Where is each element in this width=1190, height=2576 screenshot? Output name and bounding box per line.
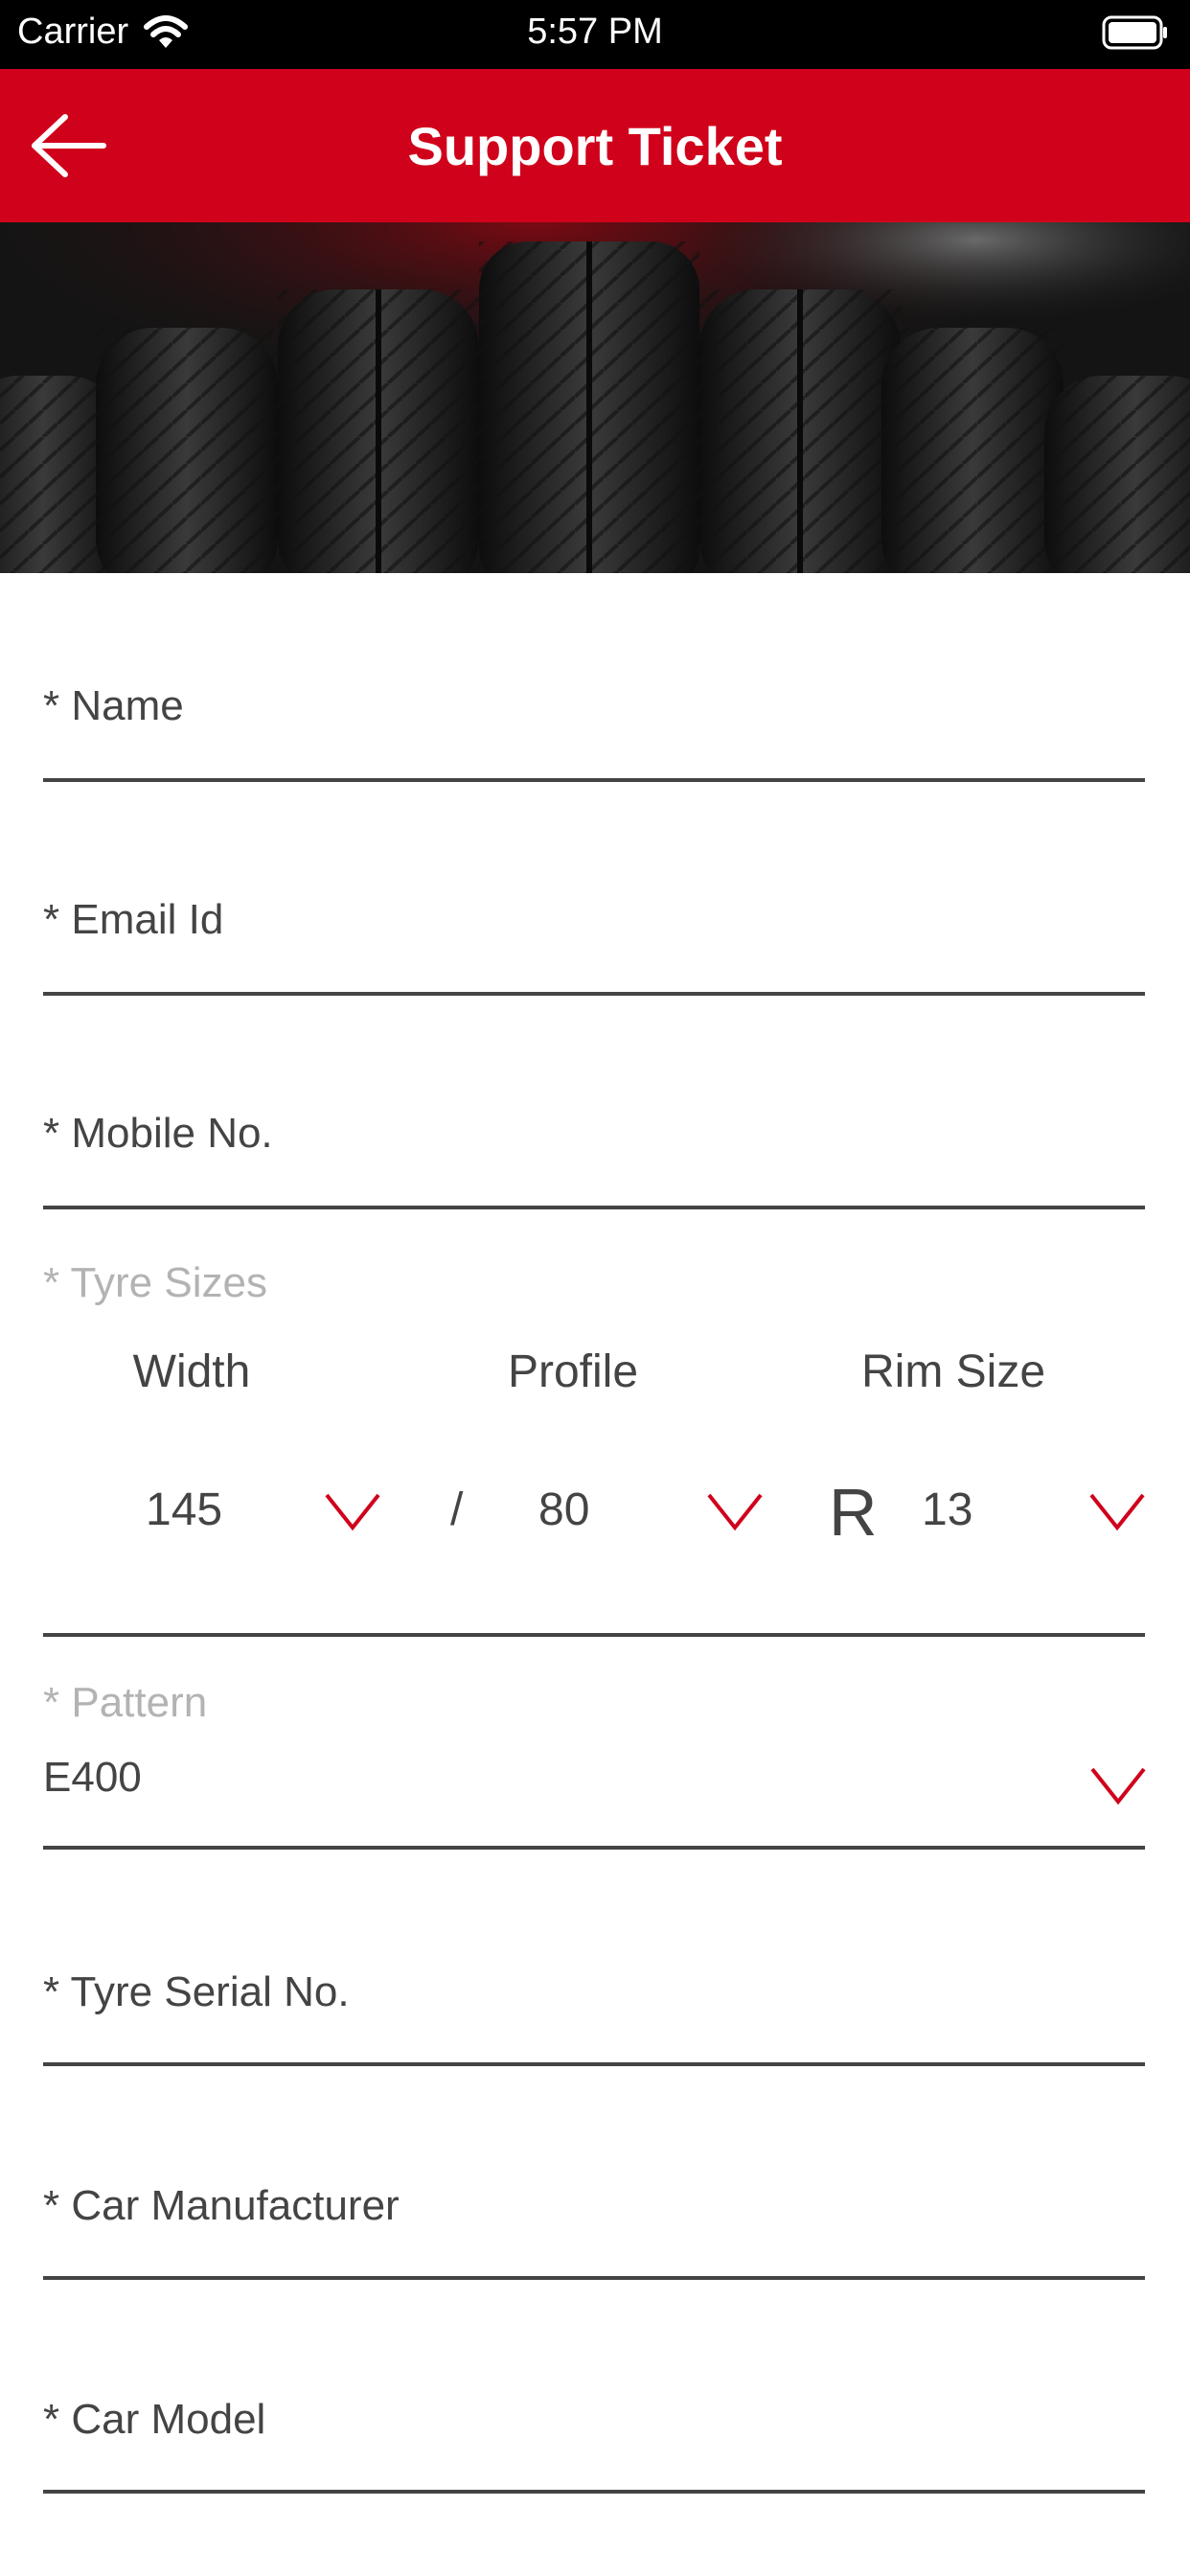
tyre-sizes-label: * Tyre Sizes	[43, 1259, 267, 1306]
profile-header: Profile	[507, 1346, 639, 1397]
pattern-value: E400	[43, 1754, 142, 1801]
car-model-field[interactable]: * Car Model	[43, 2396, 1145, 2501]
rim-size-header: Rim Size	[860, 1346, 1046, 1397]
email-underline	[43, 992, 1145, 996]
car-model-label: * Car Model	[43, 2396, 266, 2443]
pattern-dropdown-chevron-icon[interactable]	[1089, 1765, 1147, 1807]
mobile-underline	[43, 1206, 1145, 1209]
mobile-label: * Mobile No.	[43, 1110, 273, 1157]
width-dropdown-chevron-icon[interactable]	[324, 1491, 381, 1533]
size-separator: /	[450, 1484, 464, 1535]
mobile-field[interactable]: * Mobile No.	[43, 1110, 1145, 1215]
battery-icon	[1102, 15, 1167, 50]
rim-value[interactable]: 13	[922, 1484, 973, 1536]
status-bar: Carrier 5:57 PM	[0, 0, 1190, 69]
profile-value[interactable]: 80	[538, 1484, 589, 1536]
pattern-underline	[43, 1846, 1145, 1850]
email-label: * Email Id	[43, 896, 224, 943]
tyre-sizes-underline	[43, 1633, 1145, 1637]
pattern-label: * Pattern	[43, 1679, 208, 1726]
email-field[interactable]: * Email Id	[43, 896, 1145, 1001]
car-manufacturer-underline	[43, 2276, 1145, 2280]
name-field[interactable]: * Name	[43, 682, 1145, 788]
rim-dropdown-chevron-icon[interactable]	[1088, 1491, 1146, 1533]
clock: 5:57 PM	[527, 12, 663, 52]
tyres-illustration	[0, 222, 1190, 573]
tyre-serial-field[interactable]: * Tyre Serial No.	[43, 1968, 1145, 2074]
name-label: * Name	[43, 682, 184, 729]
car-manufacturer-label: * Car Manufacturer	[43, 2182, 400, 2229]
nav-bar: Support Ticket	[0, 69, 1190, 222]
tyre-serial-label: * Tyre Serial No.	[43, 1968, 350, 2015]
car-model-underline	[43, 2490, 1145, 2494]
width-header: Width	[132, 1346, 251, 1397]
tyre-serial-underline	[43, 2062, 1145, 2066]
width-value[interactable]: 145	[146, 1484, 222, 1536]
car-manufacturer-field[interactable]: * Car Manufacturer	[43, 2182, 1145, 2288]
pattern-dropdown[interactable]: E400	[43, 1754, 1147, 1850]
profile-dropdown-chevron-icon[interactable]	[706, 1491, 764, 1533]
rim-prefix: R	[829, 1475, 878, 1550]
tyres-banner-image	[0, 222, 1190, 573]
name-underline	[43, 778, 1145, 782]
page-title: Support Ticket	[407, 116, 783, 176]
